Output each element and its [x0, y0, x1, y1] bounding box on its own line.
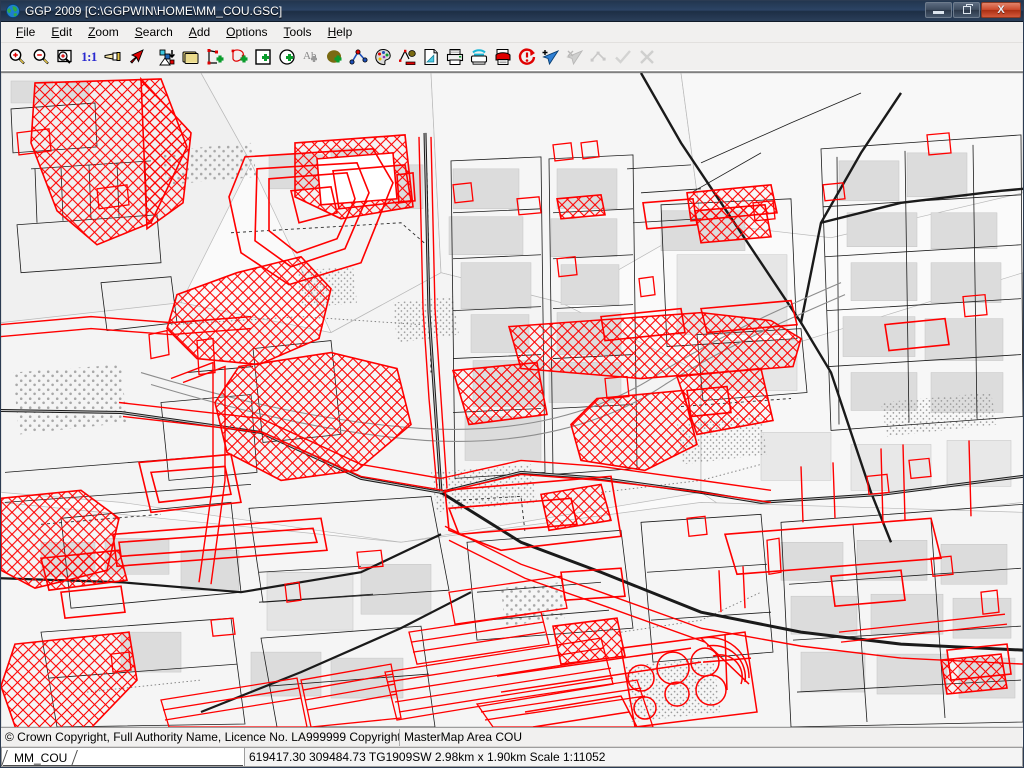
- sheet-tab-strip[interactable]: MM_COU: [1, 747, 244, 767]
- page-setup-icon: [424, 48, 438, 66]
- print-button[interactable]: [443, 45, 467, 69]
- sheet-tab-mm-cou[interactable]: MM_COU: [4, 750, 76, 766]
- print-preview-icon: [495, 49, 511, 65]
- accept-tick-icon: [615, 50, 631, 64]
- add-rectangle-button[interactable]: [251, 45, 275, 69]
- add-line-button[interactable]: [203, 45, 227, 69]
- tab-underline: [3, 765, 243, 766]
- style-editor-button[interactable]: [395, 45, 419, 69]
- menu-bar: File Edit Zoom Search Add Options Tools …: [1, 22, 1023, 43]
- copyright-bar: © Crown Copyright, Full Authority Name, …: [1, 727, 1023, 746]
- menu-item-search[interactable]: Search: [127, 23, 181, 41]
- import-data-button[interactable]: [155, 45, 179, 69]
- layer-name-text: MasterMap Area COU: [404, 730, 523, 744]
- close-button[interactable]: X: [981, 2, 1021, 18]
- menu-item-zoom[interactable]: Zoom: [80, 23, 127, 41]
- status-bar: MM_COU 619417.30 309484.73 TG1909SW 2.98…: [1, 746, 1023, 767]
- application-window: GGP 2009 [C:\GGPWIN\HOME\MM_COU.GSC] X F…: [0, 0, 1024, 768]
- add-rectangle-icon: [255, 49, 271, 65]
- folder-stack-icon: [182, 51, 199, 64]
- copyright-text: © Crown Copyright, Full Authority Name, …: [1, 728, 400, 746]
- open-layers-button[interactable]: [179, 45, 203, 69]
- measure-icon: [349, 49, 368, 65]
- plotter-icon: [470, 49, 488, 65]
- close-icon: X: [997, 4, 1005, 16]
- menu-item-options[interactable]: Options: [218, 23, 275, 41]
- mastermap-view[interactable]: [1, 73, 1023, 727]
- zoom-out-icon: [33, 49, 49, 65]
- status-coordinates: 619417.30 309484.73 TG1909SW 2.98km x 1.…: [244, 747, 1023, 767]
- menu-item-add[interactable]: Add: [181, 23, 218, 41]
- pointer-button[interactable]: [125, 45, 149, 69]
- layers-download-icon: [159, 49, 175, 66]
- zoom-window-button[interactable]: [53, 45, 77, 69]
- page-setup-button[interactable]: [419, 45, 443, 69]
- restore-button[interactable]: [953, 2, 980, 18]
- move-node-icon: [590, 51, 606, 62]
- delete-node-icon: [566, 50, 584, 66]
- add-text-button[interactable]: Ab: [299, 45, 323, 69]
- print-preview-button[interactable]: [491, 45, 515, 69]
- window-title: GGP 2009 [C:\GGPWIN\HOME\MM_COU.GSC]: [25, 4, 283, 18]
- add-circle-icon: [279, 49, 295, 65]
- zoom-out-button[interactable]: [29, 45, 53, 69]
- title-bar: GGP 2009 [C:\GGPWIN\HOME\MM_COU.GSC] X: [1, 1, 1023, 22]
- globe-icon: [5, 3, 21, 19]
- pointer-arrow-icon: [129, 49, 144, 64]
- add-text-icon: Ab: [303, 50, 317, 62]
- accept-button[interactable]: [611, 45, 635, 69]
- window-controls: X: [925, 2, 1021, 18]
- add-polygon-icon: [231, 49, 248, 63]
- add-node-icon: [542, 50, 560, 66]
- scale-1-to-1-icon: 1:1: [81, 49, 97, 64]
- plotter-button[interactable]: [467, 45, 491, 69]
- style-editor-icon: [399, 49, 416, 65]
- add-circle-button[interactable]: [275, 45, 299, 69]
- redraw-button[interactable]: [515, 45, 539, 69]
- pan-hand-icon: [104, 52, 121, 61]
- sheet-tab-label: MM_COU: [14, 751, 68, 765]
- print-icon: [446, 49, 464, 65]
- zoom-in-icon: [9, 49, 25, 65]
- cancel-button[interactable]: [635, 45, 659, 69]
- add-fill-button[interactable]: [323, 45, 347, 69]
- zoom-window-icon: [57, 49, 72, 64]
- scale-one-to-one-button[interactable]: 1:1: [77, 45, 101, 69]
- palette-button[interactable]: [371, 45, 395, 69]
- add-polygon-button[interactable]: [227, 45, 251, 69]
- measure-button[interactable]: [347, 45, 371, 69]
- menu-item-file[interactable]: File: [8, 23, 43, 41]
- menu-item-edit[interactable]: Edit: [43, 23, 80, 41]
- pan-button[interactable]: [101, 45, 125, 69]
- add-fill-icon: [327, 50, 342, 63]
- zoom-in-button[interactable]: [5, 45, 29, 69]
- menu-item-help[interactable]: Help: [320, 23, 361, 41]
- delete-node-button[interactable]: [563, 45, 587, 69]
- menu-item-tools[interactable]: Tools: [276, 23, 320, 41]
- move-node-button[interactable]: [587, 45, 611, 69]
- palette-icon: [375, 48, 391, 66]
- add-polyline-icon: [207, 49, 224, 65]
- map-canvas[interactable]: [1, 72, 1023, 727]
- minimize-button[interactable]: [925, 2, 952, 18]
- add-node-button[interactable]: [539, 45, 563, 69]
- toolbar: 1:1 Ab: [1, 43, 1023, 72]
- refresh-warning-icon: [518, 48, 536, 65]
- cancel-cross-icon: [640, 50, 654, 64]
